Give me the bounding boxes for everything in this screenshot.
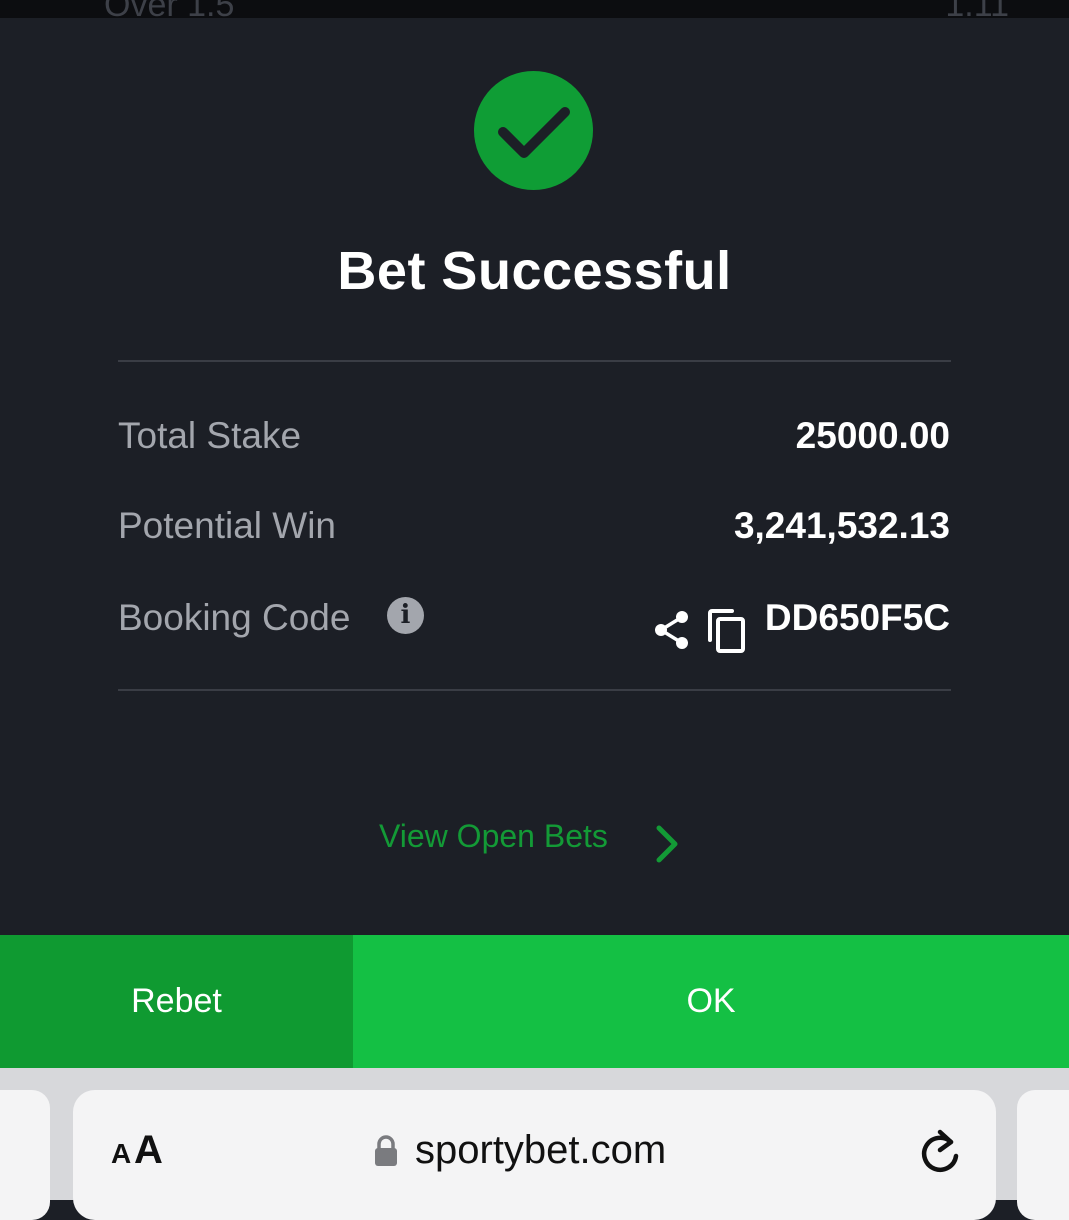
booking-code-value[interactable]: DD650F5C [765,597,950,639]
chevron-right-icon[interactable] [653,824,681,864]
copy-icon[interactable] [706,608,748,654]
dialog-title: Bet Successful [337,241,732,301]
browser-toolbar: A A sportybet.com [0,1068,1069,1220]
text-size-small-a[interactable]: A [111,1138,131,1170]
potential-win-label: Potential Win [118,505,336,546]
share-icon[interactable] [652,610,692,650]
booking-code-label: Booking Code [118,597,351,638]
url-text[interactable]: sportybet.com [415,1128,666,1173]
ok-label: OK [686,982,736,1020]
view-open-bets-link[interactable]: View Open Bets [379,818,608,855]
strip-left-text: Over 1.5 [104,0,234,18]
bottom-divider [118,689,951,691]
total-stake-label: Total Stake [118,415,302,456]
text-size-large-a[interactable]: A [134,1128,163,1173]
info-icon[interactable]: i [387,597,424,634]
strip-right-text: 1.11 [945,0,1009,18]
top-divider [118,360,951,362]
lock-icon [375,1135,397,1166]
success-check-icon [474,71,593,190]
status-strip: Over 1.5 1.11 [0,0,1069,18]
bet-success-dialog: Bet Successful Total Stake 25000.00 Pote… [0,18,1069,935]
ok-button[interactable]: OK [353,935,1069,1068]
rebet-button[interactable]: Rebet [0,935,353,1068]
address-bar[interactable]: A A sportybet.com [73,1090,996,1220]
reload-icon[interactable] [918,1126,964,1176]
rebet-label: Rebet [131,982,222,1020]
potential-win-value: 3,241,532.13 [733,505,950,546]
total-stake-value: 25000.00 [795,415,950,456]
next-tab[interactable] [1017,1090,1069,1220]
previous-tab[interactable] [0,1090,50,1220]
